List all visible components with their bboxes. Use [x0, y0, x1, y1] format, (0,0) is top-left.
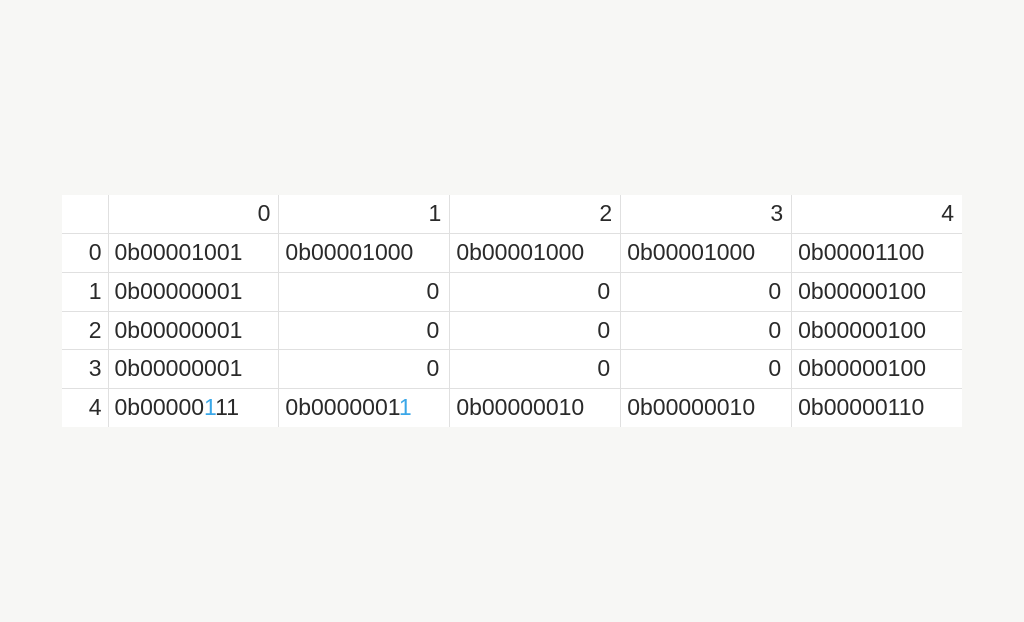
highlighted-char: 1 — [399, 394, 412, 420]
cell: 0b00001000 — [279, 233, 450, 272]
row-index: 3 — [62, 350, 108, 389]
cell: 0b00001000 — [621, 233, 792, 272]
table-body: 00b000010010b000010000b000010000b0000100… — [62, 233, 962, 427]
cell: 0b00000001 — [108, 311, 279, 350]
table-row: 00b000010010b000010000b000010000b0000100… — [62, 233, 962, 272]
row-index: 2 — [62, 311, 108, 350]
cell: 0b00000001 — [108, 350, 279, 389]
cell: 0 — [621, 311, 792, 350]
table-row: 10b000000010000b00000100 — [62, 272, 962, 311]
cell: 0b00000001 — [108, 272, 279, 311]
dataframe-table: 01234 00b000010010b000010000b000010000b0… — [62, 195, 962, 427]
index-header — [62, 195, 108, 233]
column-header: 4 — [792, 195, 962, 233]
header-row: 01234 — [62, 195, 962, 233]
cell: 0b00000110 — [792, 389, 962, 427]
cell: 0b00000010 — [450, 389, 621, 427]
cell: 0b00000011 — [279, 389, 450, 427]
cell: 0 — [450, 350, 621, 389]
cell: 0 — [279, 350, 450, 389]
table-row: 40b000001110b000000110b000000100b0000001… — [62, 389, 962, 427]
cell: 0b00000100 — [792, 272, 962, 311]
dataframe-table-wrap: 01234 00b000010010b000010000b000010000b0… — [62, 195, 962, 427]
column-header: 3 — [621, 195, 792, 233]
row-index: 4 — [62, 389, 108, 427]
cell: 0b00001001 — [108, 233, 279, 272]
highlighted-char: 1 — [204, 394, 215, 420]
column-header: 1 — [279, 195, 450, 233]
cell: 0b00000010 — [621, 389, 792, 427]
table-row: 20b000000010000b00000100 — [62, 311, 962, 350]
cell: 0b00000100 — [792, 311, 962, 350]
row-index: 1 — [62, 272, 108, 311]
table-row: 30b000000010000b00000100 — [62, 350, 962, 389]
cell: 0b00000111 — [108, 389, 279, 427]
cell: 0 — [279, 311, 450, 350]
cell: 0 — [450, 311, 621, 350]
row-index: 0 — [62, 233, 108, 272]
column-header: 0 — [108, 195, 279, 233]
cell: 0b00000100 — [792, 350, 962, 389]
cell: 0 — [279, 272, 450, 311]
cell: 0b00001000 — [450, 233, 621, 272]
cell: 0 — [621, 350, 792, 389]
cell: 0 — [450, 272, 621, 311]
column-header: 2 — [450, 195, 621, 233]
cell: 0 — [621, 272, 792, 311]
cell: 0b00001100 — [792, 233, 962, 272]
